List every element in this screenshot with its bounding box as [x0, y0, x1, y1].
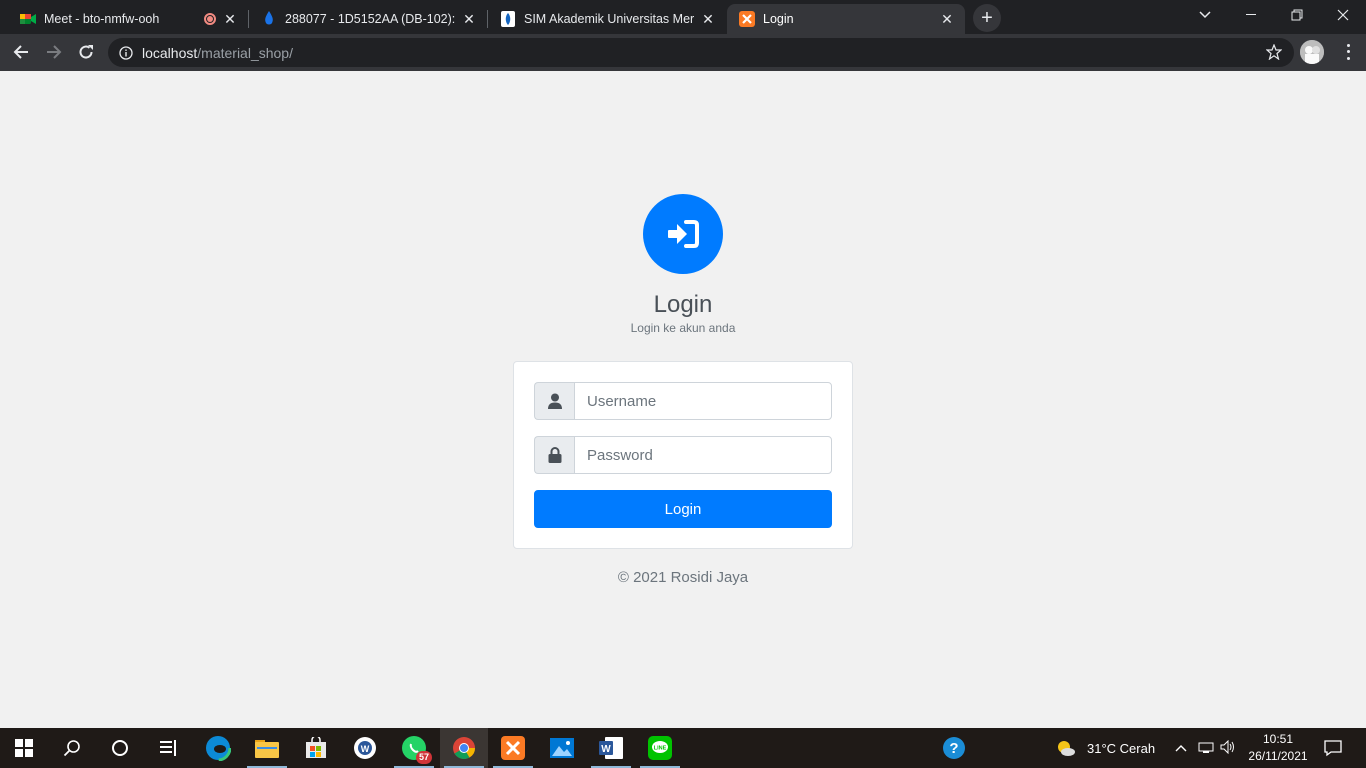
search-icon[interactable] — [48, 728, 96, 768]
bookmark-star-icon[interactable] — [1265, 43, 1283, 61]
restore-icon[interactable] — [1274, 0, 1320, 30]
weather-text[interactable]: 31°C Cerah — [1087, 741, 1155, 756]
weather-icon[interactable] — [1046, 728, 1086, 768]
close-window-icon[interactable] — [1320, 0, 1366, 30]
minimize-icon[interactable] — [1228, 0, 1274, 30]
svg-text:?: ? — [949, 740, 958, 757]
xampp-taskbar-icon[interactable] — [489, 728, 537, 768]
profile-avatar[interactable] — [1300, 40, 1324, 64]
windows-logo-icon — [15, 739, 33, 757]
password-input[interactable] — [574, 436, 832, 474]
login-button[interactable]: Login — [534, 490, 832, 528]
close-tab-icon[interactable]: ✕ — [461, 11, 477, 27]
moodle-icon — [261, 11, 277, 27]
tab-login[interactable]: Login ✕ — [727, 4, 965, 34]
whatsapp-badge: 57 — [415, 751, 432, 764]
reload-icon[interactable] — [71, 37, 101, 67]
svg-text:W: W — [601, 744, 611, 755]
address-bar[interactable]: localhost/material_shop/ — [108, 38, 1294, 67]
volume-icon[interactable] — [1220, 739, 1236, 757]
edge-icon[interactable] — [194, 728, 242, 768]
google-meet-icon — [20, 11, 36, 27]
close-tab-icon[interactable]: ✕ — [222, 11, 238, 27]
password-group — [534, 436, 832, 474]
file-explorer-icon[interactable] — [243, 728, 291, 768]
forward-icon[interactable] — [39, 37, 69, 67]
close-tab-icon[interactable]: ✕ — [939, 11, 955, 27]
university-icon — [500, 11, 516, 27]
sign-in-icon — [643, 194, 723, 274]
browser-menu-icon[interactable] — [1340, 42, 1356, 62]
word-icon[interactable]: W — [587, 728, 635, 768]
new-tab-button[interactable]: + — [973, 4, 1001, 32]
line-icon[interactable]: LINE — [636, 728, 684, 768]
windows-taskbar: W 57 W LINE ? — [0, 728, 1366, 768]
tab-search-icon[interactable] — [1182, 0, 1228, 30]
task-view-icon[interactable] — [144, 728, 192, 768]
browser-toolbar: localhost/material_shop/ — [0, 34, 1366, 71]
microsoft-store-icon[interactable] — [292, 728, 340, 768]
chevron-up-icon[interactable] — [1175, 740, 1187, 755]
word-mobile-icon[interactable]: W — [341, 728, 389, 768]
username-input[interactable] — [574, 382, 832, 420]
page-subtitle: Login ke akun anda — [630, 321, 736, 335]
notification-icon[interactable] — [1324, 739, 1342, 760]
help-icon[interactable]: ? — [930, 728, 978, 768]
username-group — [534, 382, 832, 420]
login-card: Login — [513, 361, 853, 549]
recording-icon — [204, 13, 216, 25]
info-icon[interactable] — [118, 45, 134, 61]
url-text: localhost/material_shop/ — [142, 44, 293, 61]
svg-text:W: W — [361, 744, 370, 754]
svg-text:LINE: LINE — [654, 746, 667, 752]
close-tab-icon[interactable]: ✕ — [700, 11, 716, 27]
network-icon[interactable] — [1198, 740, 1214, 757]
system-clock[interactable]: 10:51 26/11/2021 — [1238, 731, 1318, 765]
user-icon — [534, 382, 574, 420]
photos-icon[interactable] — [538, 728, 586, 768]
back-icon[interactable] — [6, 37, 36, 67]
chrome-icon[interactable] — [440, 728, 488, 768]
cortana-icon[interactable] — [96, 728, 144, 768]
browser-tab-bar: Meet - bto-nmfw-ooh ✕ 288077 - 1D5152AA … — [0, 0, 1366, 34]
lock-icon — [534, 436, 574, 474]
tab-sim-akademik[interactable]: SIM Akademik Universitas Mercu ✕ — [488, 4, 726, 34]
xampp-icon — [739, 11, 755, 27]
tab-moodle[interactable]: 288077 - 1D5152AA (DB-102): Tu ✕ — [249, 4, 487, 34]
copyright-footer: © 2021 Rosidi Jaya — [617, 569, 749, 586]
page-title: Login — [653, 291, 713, 318]
tab-google-meet[interactable]: Meet - bto-nmfw-ooh ✕ — [8, 4, 248, 34]
start-button[interactable] — [0, 728, 48, 768]
whatsapp-icon[interactable]: 57 — [390, 728, 438, 768]
